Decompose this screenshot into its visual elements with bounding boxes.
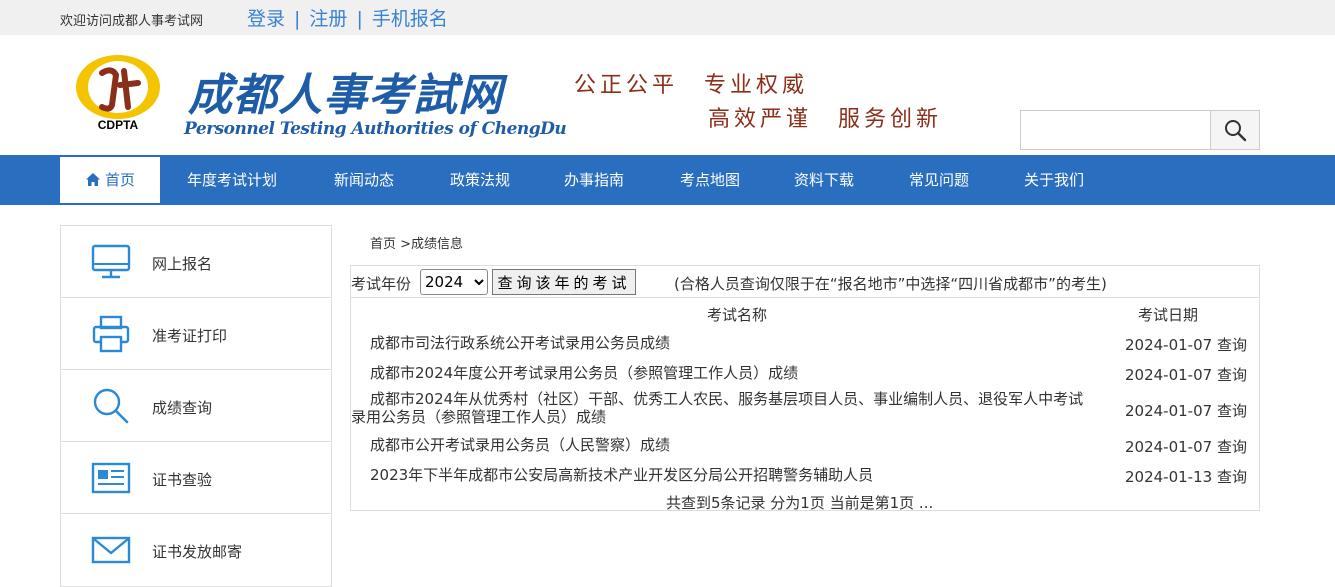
mobile-signup-link[interactable]: 手机报名 (372, 8, 448, 30)
query-link[interactable]: 查询 (1217, 336, 1247, 354)
home-icon (85, 173, 100, 186)
slogan-line2: 高效严谨 服务创新 (708, 107, 943, 132)
site-header: CDPTA 成都人事考試网 Personnel Testing Authorit… (0, 35, 1335, 155)
query-link[interactable]: 查询 (1217, 468, 1247, 486)
exam-date: 2024-01-13 (1125, 468, 1213, 486)
site-search (1020, 110, 1260, 150)
site-title: 成都人事考試网 (188, 70, 503, 121)
sidebar-item-label: 证书查验 (152, 471, 213, 489)
exam-name[interactable]: 成都市公开考试录用公务员（人民警察）成绩 (370, 436, 1115, 454)
logo-abbr: CDPTA (98, 118, 139, 131)
exam-name[interactable]: 成都市司法行政系统公开考试录用公务员成绩 (370, 334, 1115, 352)
sidebar-item-label: 证书发放邮寄 (152, 543, 243, 561)
query-link[interactable]: 查询 (1217, 366, 1247, 384)
nav-about[interactable]: 关于我们 (1024, 155, 1084, 205)
sidebar-item-online-signup[interactable]: 网上报名 (61, 226, 331, 298)
exam-date: 2024-01-07 (1125, 402, 1213, 420)
welcome-text: 欢迎访问成都人事考试网 (60, 14, 204, 29)
filter-note: (合格人员查询仅限于在“报名地市”中选择“四川省成都市”的考生) (674, 275, 1107, 293)
year-select[interactable]: 2024 (420, 269, 488, 295)
exam-date: 2024-01-07 (1125, 438, 1213, 456)
column-header-date: 考试日期 (1138, 306, 1199, 324)
printer-icon (92, 315, 130, 353)
sidebar-item-certificate-mail[interactable]: 证书发放邮寄 (61, 514, 331, 586)
nav-news[interactable]: 新闻动态 (334, 155, 394, 205)
exam-name[interactable]: 成都市2024年度公开考试录用公务员（参照管理工作人员）成绩 (370, 364, 1115, 382)
breadcrumb[interactable]: 首页 >成绩信息 (370, 233, 463, 252)
exam-date: 2024-01-07 (1125, 366, 1213, 384)
certificate-icon (91, 462, 131, 494)
account-links: 登录 | 注册 | 手机报名 (247, 4, 448, 31)
nav-home[interactable]: 首页 (60, 157, 160, 203)
sidebar-item-label: 网上报名 (152, 255, 213, 273)
sidebar: 网上报名 准考证打印 成绩查询 证书查验 证书发放邮寄 (60, 225, 332, 587)
search-icon (93, 388, 129, 424)
separator: | (356, 8, 363, 30)
search-button[interactable] (1210, 111, 1259, 149)
sidebar-item-label: 准考证打印 (152, 327, 228, 345)
nav-faq[interactable]: 常见问题 (909, 155, 969, 205)
sidebar-item-label: 成绩查询 (152, 399, 213, 417)
cdpta-logo-icon[interactable]: CDPTA (72, 53, 164, 131)
column-header-name: 考试名称 (707, 306, 768, 324)
search-input[interactable] (1021, 111, 1210, 149)
exam-name[interactable]: 2023年下半年成都市公安局高新技术产业开发区分局公开招聘警务辅助人员 (370, 466, 1115, 484)
main-nav: 首页 年度考试计划 新闻动态 政策法规 办事指南 考点地图 资料下载 常见问题 … (0, 155, 1335, 205)
query-link[interactable]: 查询 (1217, 438, 1247, 456)
search-icon (1225, 120, 1247, 142)
top-bar: 欢迎访问成都人事考试网 登录 | 注册 | 手机报名 (0, 0, 1335, 35)
slogan-line1: 公正公平 专业权威 (574, 73, 809, 98)
nav-guide[interactable]: 办事指南 (564, 155, 624, 205)
pagination-info: 共查到5条记录 分为1页 当前是第1页 ... (666, 494, 934, 512)
login-link[interactable]: 登录 (247, 8, 285, 30)
exam-name[interactable]: 成都市2024年从优秀村（社区）干部、优秀工人农民、服务基层项目人员、事业编制人… (351, 390, 1096, 426)
sidebar-item-admission-print[interactable]: 准考证打印 (61, 298, 331, 370)
nav-policy[interactable]: 政策法规 (450, 155, 510, 205)
site-subtitle: Personnel Testing Authorities of ChengDu (184, 119, 567, 139)
nav-downloads[interactable]: 资料下载 (794, 155, 854, 205)
mail-icon (91, 536, 131, 564)
register-link[interactable]: 注册 (309, 8, 347, 30)
query-year-button[interactable]: 查询该年的考试 (492, 269, 636, 295)
sidebar-item-certificate-verify[interactable]: 证书查验 (61, 442, 331, 514)
exam-date: 2024-01-07 (1125, 336, 1213, 354)
separator: | (294, 8, 301, 30)
nav-home-label: 首页 (104, 171, 135, 189)
nav-exam-map[interactable]: 考点地图 (680, 155, 740, 205)
year-label: 考试年份 (351, 275, 412, 293)
monitor-icon (91, 244, 131, 279)
sidebar-item-score-query[interactable]: 成绩查询 (61, 370, 331, 442)
nav-annual-plan[interactable]: 年度考试计划 (187, 155, 277, 205)
year-filter: 考试年份 2024 查询该年的考试 (合格人员查询仅限于在“报名地市”中选择“四… (351, 266, 1259, 298)
query-link[interactable]: 查询 (1217, 402, 1247, 420)
score-panel: 考试年份 2024 查询该年的考试 (合格人员查询仅限于在“报名地市”中选择“四… (350, 265, 1260, 512)
